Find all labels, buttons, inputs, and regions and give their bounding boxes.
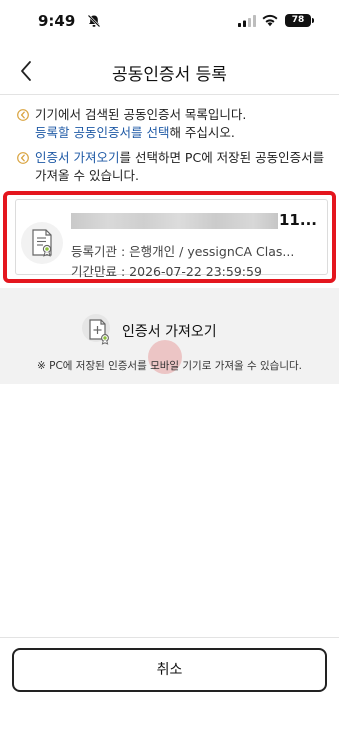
page-title: 공동인증서 등록 bbox=[112, 65, 227, 85]
note-highlight: 인증서 가져오기 bbox=[35, 150, 120, 165]
header-divider bbox=[0, 94, 339, 95]
battery-tip bbox=[312, 18, 314, 23]
status-bar: 9:49 78 bbox=[0, 0, 339, 42]
import-certificate-label: 인증서 가져오기 bbox=[122, 324, 217, 340]
note-text: 인증서 가져오기를 선택하면 PC에 저장된 공동인증서를 가져올 수 있습니다… bbox=[17, 149, 333, 185]
import-certificate-icon bbox=[82, 314, 110, 345]
certificate-icon-badge bbox=[21, 222, 63, 264]
signal-icon bbox=[238, 15, 256, 27]
info-icon bbox=[17, 109, 29, 121]
battery-indicator: 78 bbox=[285, 14, 311, 27]
note-text: 기기에서 검색된 공동인증서 목록입니다. 등록할 공동인증서를 선택해 주십시오… bbox=[17, 106, 333, 142]
bell-slash-icon bbox=[87, 14, 101, 28]
note-text-plain: 기기에서 검색된 공동인증서 목록입니다. bbox=[35, 107, 247, 122]
note-text-plain: 해 주십시오. bbox=[169, 125, 235, 140]
info-icon bbox=[17, 152, 29, 164]
certificate-icon bbox=[32, 229, 52, 257]
certificate-name-suffix: 11... bbox=[279, 211, 317, 229]
info-note-select: 기기에서 검색된 공동인증서 목록입니다. 등록할 공동인증서를 선택해 주십시오… bbox=[17, 106, 333, 142]
cancel-button[interactable]: 취소 bbox=[12, 648, 327, 692]
note-highlight: 등록할 공동인증서를 선택 bbox=[35, 125, 170, 140]
import-certificate-icon-wrap bbox=[82, 314, 114, 346]
certificate-item[interactable]: 11... 등록기관 : 은행개인 / yessignCA Clas... 기간… bbox=[3, 191, 336, 283]
certificate-item-inner: 11... 등록기관 : 은행개인 / yessignCA Clas... 기간… bbox=[15, 199, 328, 279]
certificate-expiry: 기간만료 : 2026-07-22 23:59:59 bbox=[71, 264, 262, 279]
import-section: 인증서 가져오기 ※ PC에 저장된 인증서를 모바일 기기로 가져올 수 있습… bbox=[0, 288, 339, 384]
footer-divider bbox=[0, 637, 339, 638]
status-time: 9:49 bbox=[38, 12, 76, 30]
certificate-issuer: 등록기관 : 은행개인 / yessignCA Clas... bbox=[71, 244, 295, 259]
wifi-icon bbox=[262, 14, 278, 27]
certificate-name: 11... bbox=[71, 211, 317, 231]
info-note-import: 인증서 가져오기를 선택하면 PC에 저장된 공동인증서를 가져올 수 있습니다… bbox=[17, 149, 333, 185]
header: 공동인증서 등록 bbox=[0, 48, 339, 94]
import-note: ※ PC에 저장된 인증서를 모바일 기기로 가져올 수 있습니다. bbox=[36, 360, 303, 372]
certificate-name-redacted bbox=[71, 213, 278, 229]
